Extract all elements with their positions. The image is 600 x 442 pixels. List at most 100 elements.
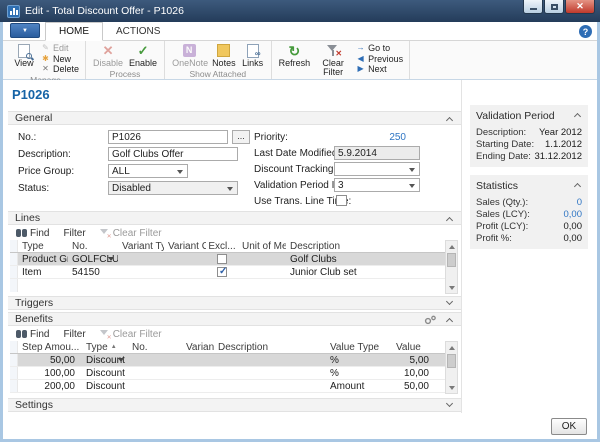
excl-checkbox[interactable]	[217, 254, 227, 264]
view-button[interactable]: View	[10, 42, 38, 69]
cell-description[interactable]	[214, 367, 326, 379]
help-button[interactable]: ?	[579, 25, 592, 38]
cell-step-amount[interactable]: 100,00	[18, 367, 82, 379]
use-trans-line-time-checkbox[interactable]	[336, 195, 347, 206]
fasttab-settings-header[interactable]: Settings	[8, 398, 461, 412]
edit-button[interactable]: ✎Edit	[38, 43, 81, 54]
refresh-button[interactable]: ↻ Refresh	[276, 42, 314, 69]
dropdown-arrow-icon[interactable]	[108, 257, 114, 261]
column-header-value-type[interactable]: Value Type	[326, 341, 392, 353]
cell-excl[interactable]	[206, 266, 238, 278]
column-header-unit-of-measure[interactable]: Unit of Mea...	[238, 240, 286, 252]
cell-variant-type[interactable]	[118, 266, 164, 278]
cell-type[interactable]: Product Gro...	[18, 253, 68, 265]
factbox-header[interactable]: Statistics	[476, 178, 582, 193]
no-assist-button[interactable]: ...	[232, 130, 250, 144]
cell-value[interactable]: 50,00	[392, 380, 445, 392]
goto-button[interactable]: →Go to	[353, 43, 405, 54]
column-header-type[interactable]: Type▲	[82, 341, 128, 353]
cell-excl[interactable]	[206, 253, 238, 265]
enable-button[interactable]: ✓ Enable	[126, 42, 160, 69]
factbox-header[interactable]: Validation Period	[476, 108, 582, 123]
fasttab-triggers-header[interactable]: Triggers	[8, 296, 461, 310]
column-header-excl[interactable]: Excl...	[206, 240, 238, 252]
priority-value[interactable]: 250	[334, 132, 406, 143]
cell-variant-type[interactable]	[118, 253, 164, 265]
cell-type[interactable]: Discount	[82, 354, 128, 366]
cell-no[interactable]	[128, 354, 182, 366]
column-header-variant-type[interactable]: Variant Type	[118, 240, 164, 252]
column-header-no[interactable]: No.	[68, 240, 118, 252]
clear-filter-button[interactable]: ✕ Clear Filter	[313, 42, 353, 79]
cell-type[interactable]: Item	[18, 266, 68, 278]
collapse-chevron-icon[interactable]	[446, 318, 453, 325]
scroll-down-icon[interactable]	[446, 382, 457, 393]
discount-tracking-dropdown[interactable]	[334, 162, 420, 176]
column-header-no[interactable]: No.	[128, 341, 182, 353]
lines-clear-filter-button[interactable]: Clear Filter	[100, 228, 162, 239]
column-header-value[interactable]: Value	[392, 341, 445, 353]
application-menu-button[interactable]: ▼	[10, 23, 40, 38]
cell-no[interactable]: 54150	[68, 266, 118, 278]
notes-button[interactable]: Notes	[209, 42, 239, 69]
cell-value-type[interactable]: %	[326, 354, 392, 366]
gear-icon[interactable]	[423, 315, 437, 329]
maximize-button[interactable]	[544, 0, 564, 14]
cell-no[interactable]	[128, 380, 182, 392]
expand-chevron-icon[interactable]	[446, 400, 453, 407]
cell-description[interactable]: Junior Club set	[286, 266, 445, 278]
scroll-thumb[interactable]	[447, 253, 456, 267]
onenote-button[interactable]: N OneNote	[169, 42, 209, 69]
cell-value-type[interactable]: %	[326, 367, 392, 379]
scroll-up-icon[interactable]	[446, 342, 457, 353]
table-row[interactable]: 50,00 Discount % 5,00	[10, 354, 445, 367]
lines-find-button[interactable]: Find	[16, 228, 49, 239]
benefits-scrollbar[interactable]	[445, 341, 458, 394]
collapse-chevron-icon[interactable]	[574, 113, 581, 120]
cell-unit-of-measure[interactable]	[238, 266, 286, 278]
table-row[interactable]: Product Gro... GOLFCLU... Golf Clubs	[10, 253, 445, 266]
cell-unit-of-measure[interactable]	[238, 253, 286, 265]
excl-checkbox[interactable]	[217, 267, 227, 277]
empty-row[interactable]	[10, 279, 445, 292]
cell-type[interactable]: Discount	[82, 367, 128, 379]
cell-value-type[interactable]: Amount	[326, 380, 392, 392]
cell-step-amount[interactable]: 200,00	[18, 380, 82, 392]
fasttab-lines-header[interactable]: Lines	[8, 211, 461, 225]
benefits-clear-filter-button[interactable]: Clear Filter	[100, 329, 162, 340]
description-field[interactable]: Golf Clubs Offer	[108, 147, 238, 161]
cell-variant-code[interactable]	[164, 266, 206, 278]
field-value-link[interactable]: 0	[577, 197, 582, 208]
scroll-thumb[interactable]	[447, 354, 456, 368]
column-header-variant-code[interactable]: Variant Code	[182, 341, 214, 353]
cell-description[interactable]	[214, 380, 326, 392]
column-header-description[interactable]: Description	[214, 341, 326, 353]
close-button[interactable]: ✕	[565, 0, 595, 14]
tab-actions[interactable]: ACTIONS	[103, 23, 173, 40]
cell-variant-code[interactable]	[182, 380, 214, 392]
benefits-find-button[interactable]: Find	[16, 329, 49, 340]
fasttab-benefits-header[interactable]: Benefits	[8, 312, 461, 326]
cell-variant-code[interactable]	[182, 354, 214, 366]
new-button[interactable]: ✱New	[38, 54, 81, 65]
cell-value[interactable]: 10,00	[392, 367, 445, 379]
lines-scrollbar[interactable]	[445, 240, 458, 294]
cell-type[interactable]: Discount	[82, 380, 128, 392]
minimize-button[interactable]	[523, 0, 543, 14]
previous-button[interactable]: ◀Previous	[353, 54, 405, 65]
cell-no[interactable]	[128, 367, 182, 379]
scroll-down-icon[interactable]	[446, 282, 457, 293]
column-header-type[interactable]: Type	[18, 240, 68, 252]
cell-value[interactable]: 5,00	[392, 354, 445, 366]
ok-button[interactable]: OK	[551, 418, 587, 435]
table-row[interactable]: 200,00 Discount Amount 50,00	[10, 380, 445, 393]
dropdown-arrow-icon[interactable]	[118, 358, 124, 362]
benefits-filter-button[interactable]: Filter	[63, 329, 85, 340]
status-dropdown[interactable]: Disabled	[108, 181, 238, 195]
no-field[interactable]: P1026	[108, 130, 228, 144]
cell-no[interactable]: GOLFCLU...	[68, 253, 118, 265]
links-button[interactable]: ∞ Links	[239, 42, 267, 69]
cell-step-amount[interactable]: 50,00	[18, 354, 82, 366]
tab-home[interactable]: HOME	[45, 22, 103, 41]
lines-filter-button[interactable]: Filter	[63, 228, 85, 239]
